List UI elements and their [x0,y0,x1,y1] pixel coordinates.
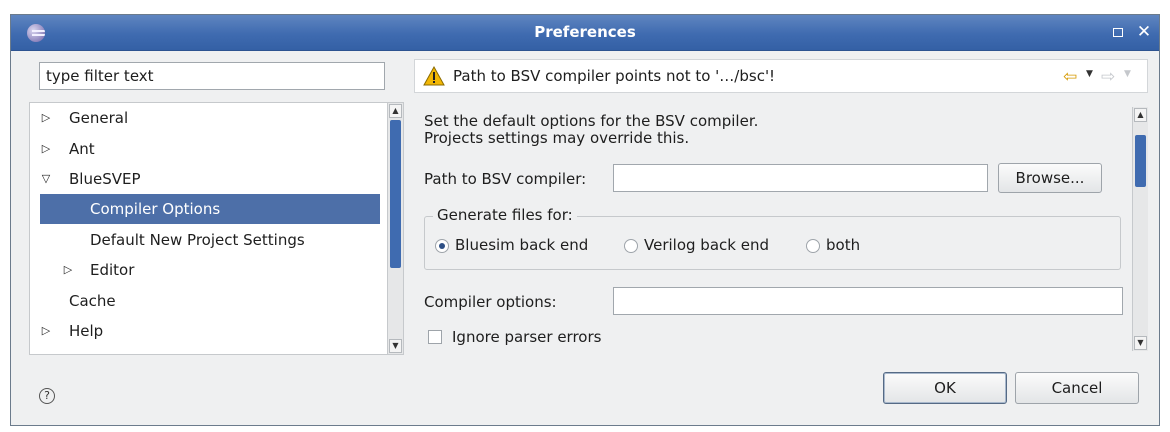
preferences-dialog: Preferences ✕ ▷ General ▷ Ant ▽ BlueSVEP… [10,14,1160,426]
warning-message: Path to BSV compiler points not to '…/bs… [453,67,776,85]
path-label: Path to BSV compiler: [424,170,587,188]
description-line: Set the default options for the BSV comp… [424,112,759,130]
radio-label-verilog[interactable]: Verilog back end [644,236,769,254]
tree-item-editor[interactable]: ▷ Editor [30,255,380,285]
radio-label-both[interactable]: both [826,236,860,254]
cancel-button-label: Cancel [1051,379,1103,397]
tree-item-label: Editor [90,261,135,279]
expand-arrow-icon[interactable]: ▷ [62,255,74,285]
help-icon[interactable]: ? [39,388,55,404]
scroll-down-icon[interactable]: ▼ [1134,336,1147,350]
expand-arrow-icon[interactable]: ▷ [40,134,52,164]
ok-button[interactable]: OK [883,372,1007,404]
expand-arrow-icon[interactable]: ▷ [40,316,52,346]
description-line: Projects settings may override this. [424,129,690,147]
scroll-down-icon[interactable]: ▼ [389,339,402,353]
page-message-bar: Path to BSV compiler points not to '…/bs… [414,59,1148,93]
radio-label-bluesim[interactable]: Bluesim back end [455,236,588,254]
warning-icon [423,66,445,86]
preference-navigation: ▷ General ▷ Ant ▽ BlueSVEP Compiler Opti… [29,58,404,355]
tree-scrollbar[interactable]: ▲ ▼ [387,103,403,354]
back-dropdown-icon[interactable]: ▼ [1086,69,1093,79]
tree-item-label: Ant [69,140,95,158]
window-title: Preferences [534,23,636,41]
tree-item-label: BlueSVEP [69,170,141,188]
tree-item-label: Cache [69,292,116,310]
expand-arrow-icon[interactable]: ▷ [40,103,52,133]
browse-button-label: Browse... [1015,169,1085,187]
title-bar[interactable]: Preferences ✕ [11,15,1159,51]
maximize-icon[interactable] [1109,23,1127,41]
tree-item-default-new-project-settings[interactable]: Default New Project Settings [30,225,380,255]
bsv-compiler-path-input[interactable] [613,164,988,192]
page-description: Set the default options for the BSV comp… [424,113,758,147]
tree-item-bluesvep[interactable]: ▽ BlueSVEP [30,164,380,194]
compiler-options-label: Compiler options: [424,293,557,311]
back-arrow-icon[interactable]: ⇦ [1063,69,1077,86]
tree-item-cache[interactable]: Cache [30,286,380,316]
tree-item-label: Compiler Options [90,200,221,218]
tree-item-label: General [69,109,129,127]
tree-item-label: Default New Project Settings [90,231,305,249]
compiler-options-input[interactable] [613,287,1123,315]
tree-item-general[interactable]: ▷ General [30,103,380,133]
group-title: Generate files for: [433,206,577,224]
tree-item-ant[interactable]: ▷ Ant [30,134,380,164]
tree-item-help[interactable]: ▷ Help [30,316,380,346]
radio-verilog[interactable] [624,239,638,253]
cancel-button[interactable]: Cancel [1015,372,1139,404]
scroll-thumb[interactable] [1135,135,1146,187]
forward-arrow-icon: ⇨ [1101,67,1116,87]
generate-files-group: Generate files for: Bluesim back end Ver… [424,206,1121,270]
ignore-parser-errors-checkbox[interactable] [428,330,442,344]
radio-bluesim[interactable] [435,239,449,253]
tree-item-label: Help [69,322,104,340]
collapse-arrow-icon[interactable]: ▽ [40,164,52,194]
scroll-thumb[interactable] [390,120,401,268]
tree-item-compiler-options[interactable]: Compiler Options [40,194,380,224]
ignore-parser-errors-label[interactable]: Ignore parser errors [452,328,601,346]
ok-button-label: OK [934,379,956,397]
page-scrollbar[interactable]: ▲ ▼ [1132,107,1148,351]
scroll-up-icon[interactable]: ▲ [389,104,402,118]
forward-dropdown-icon: ▼ [1124,69,1131,79]
browse-button[interactable]: Browse... [998,163,1102,193]
filter-input[interactable] [39,62,385,90]
preference-tree: ▷ General ▷ Ant ▽ BlueSVEP Compiler Opti… [29,102,404,355]
compiler-options-page: Set the default options for the BSV comp… [414,103,1148,355]
radio-both[interactable] [806,239,820,253]
scroll-up-icon[interactable]: ▲ [1134,108,1147,122]
close-icon[interactable]: ✕ [1135,23,1153,41]
